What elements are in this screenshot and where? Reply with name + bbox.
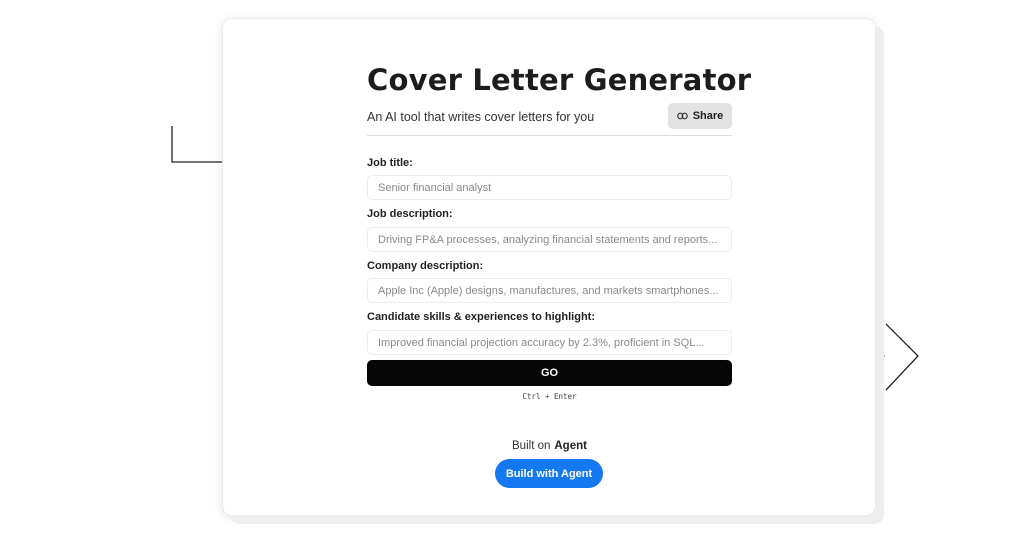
job-description-input[interactable]: Driving FP&A processes, analyzing financ…	[367, 227, 732, 252]
candidate-skills-label: Candidate skills & experiences to highli…	[367, 311, 595, 323]
candidate-skills-input[interactable]: Improved financial projection accuracy b…	[367, 330, 732, 355]
keyboard-shortcut-hint: Ctrl + Enter	[522, 392, 577, 401]
job-title-input[interactable]: Senior financial analyst	[367, 175, 732, 200]
link-icon	[676, 112, 688, 120]
page-title: Cover Letter Generator	[367, 63, 752, 97]
share-button[interactable]: Share	[668, 103, 732, 129]
company-description-label: Company description:	[367, 260, 484, 272]
company-description-input[interactable]: Apple Inc (Apple) designs, manufactures,…	[367, 278, 732, 303]
page-subtitle: An AI tool that writes cover letters for…	[367, 110, 595, 124]
share-label: Share	[692, 110, 724, 122]
built-on-prefix: Built on	[512, 440, 551, 452]
built-on-text: Built on Agent	[367, 440, 732, 452]
job-description-label: Job description:	[367, 208, 453, 220]
build-with-agent-button[interactable]: Build with Agent	[495, 459, 603, 488]
header-divider	[367, 135, 732, 136]
built-on-brand: Agent	[554, 440, 587, 452]
app-card: Cover Letter Generator An AI tool that w…	[222, 18, 876, 516]
go-button[interactable]: GO	[367, 360, 732, 386]
job-title-label: Job title:	[367, 157, 413, 169]
